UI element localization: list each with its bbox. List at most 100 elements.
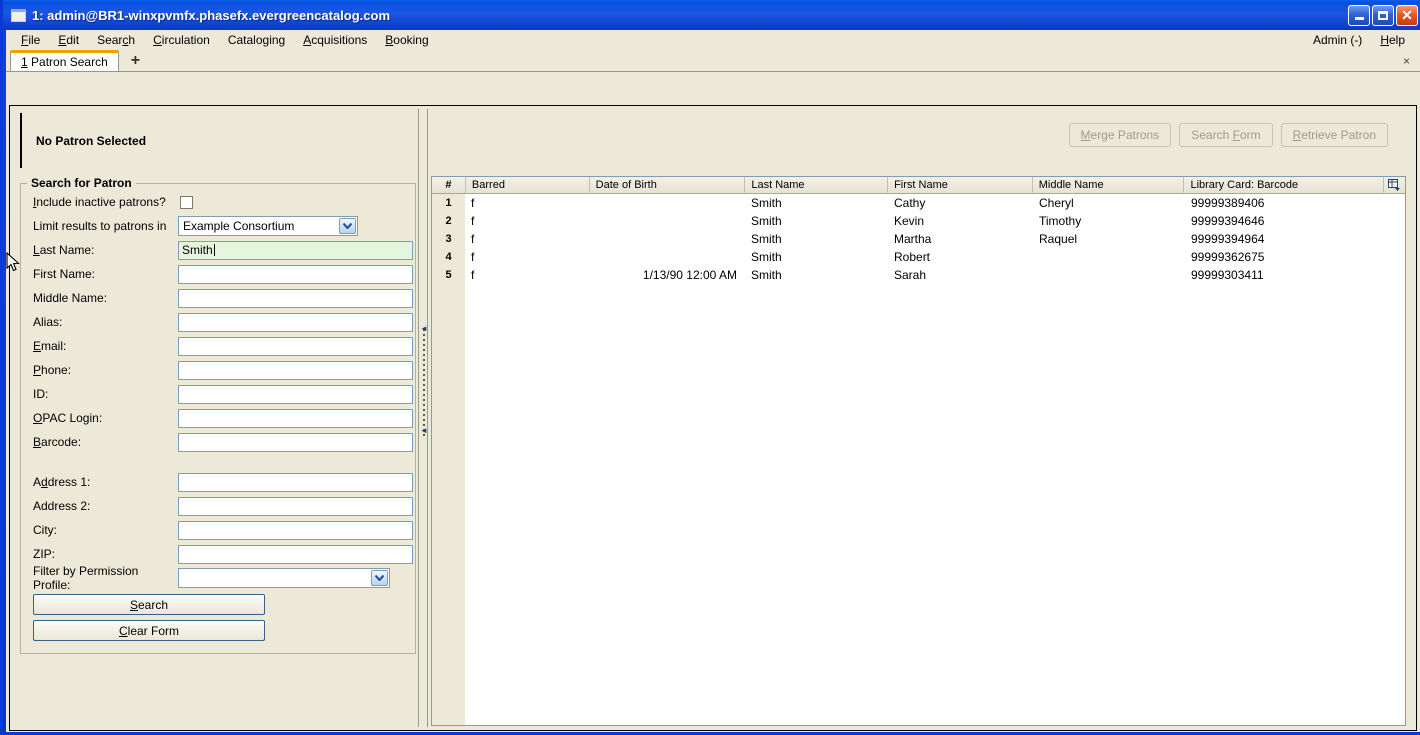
label-first-name: First Name: [33,267,96,281]
permission-profile-select[interactable] [178,568,390,588]
column-header-barred[interactable]: Barred [464,177,589,194]
table-row[interactable]: 2 f Smith Kevin Timothy 99999394646 [432,212,1405,230]
cell-num: 2 [432,212,465,230]
column-picker-icon[interactable] [1383,177,1405,194]
column-header-first[interactable]: First Name [887,177,1032,194]
splitter-grip [423,329,425,439]
row-last-name: Last Name: Smith [21,238,415,262]
form-action-buttons: Search Clear Form [21,594,415,641]
tab-label: Patron Search [31,55,108,69]
email-input[interactable] [178,336,413,356]
limit-results-select[interactable]: Example Consortium [178,216,358,236]
menu-circulation[interactable]: Circulation [144,31,219,49]
label-email: Email: [33,339,67,353]
include-inactive-checkbox[interactable] [180,195,193,209]
table-row[interactable]: 4 f Smith Robert 99999362675 [432,248,1405,266]
first-name-input[interactable] [178,264,413,284]
address-1-input[interactable] [178,472,413,492]
clear-form-button[interactable]: Clear Form [33,620,265,641]
search-form-button[interactable]: Search Form [1179,123,1273,147]
address-2-input[interactable] [178,496,413,516]
cell-barred: f [471,268,475,282]
content-panel: No Patron Selected Merge Patrons Search … [9,105,1417,731]
menu-admin[interactable]: Admin (-) [1304,31,1371,49]
cell-barred: f [471,196,475,210]
cell-last: Smith [751,196,782,210]
cell-num: 1 [432,194,465,212]
column-header-middle[interactable]: Middle Name [1031,177,1184,194]
phone-input[interactable] [178,360,413,380]
search-form-legend: Search for Patron [31,176,132,190]
label-alias: Alias: [33,315,63,329]
window-icon [11,8,26,22]
window-title: 1: admin@BR1-winxpvmfx.phasefx.evergreen… [32,7,391,23]
label-phone: Phone: [33,363,72,377]
search-for-patron-group: Search for Patron Include inactive patro… [20,176,416,654]
table-row[interactable]: 3 f Smith Martha Raquel 99999394964 [432,230,1405,248]
column-header-num[interactable]: # [432,177,465,194]
zip-input[interactable] [178,544,413,564]
application-window: 1: admin@BR1-winxpvmfx.phasefx.evergreen… [0,0,1420,735]
cell-barred: f [471,214,475,228]
cell-middle: Timothy [1039,214,1082,228]
menu-file[interactable]: File [12,31,49,49]
barcode-input[interactable] [178,432,413,452]
label-last-name: Last Name: [33,243,95,257]
close-button[interactable]: ✕ [1396,4,1418,26]
menu-bar-right: Admin (-) Help [1304,31,1414,49]
row-middle-name: Middle Name: [21,286,415,310]
alias-input[interactable] [178,312,413,332]
label-zip: ZIP: [33,547,56,561]
tab-number: 1 [21,55,28,69]
opac-login-input[interactable] [178,408,413,428]
column-header-dob[interactable]: Date of Birth [588,177,745,194]
patron-status-text: No Patron Selected [36,133,147,148]
search-button[interactable]: Search [33,594,265,615]
cell-barcode: 99999394964 [1191,232,1265,246]
table-row[interactable]: 5 f 1/13/90 12:00 AM Smith Sarah 99999303411 [432,266,1405,284]
middle-name-input[interactable] [178,288,413,308]
cell-last: Smith [751,250,782,264]
splitter-collapse-left-icon[interactable]: ◄ [420,325,428,333]
label-include-inactive: Include inactive patrons? [33,195,166,209]
splitter-collapse-right-icon[interactable]: ◄ [420,427,428,435]
maximize-button[interactable] [1372,4,1394,26]
cell-last: Smith [751,232,782,246]
tab-patron-search[interactable]: 1 Patron Search [10,50,119,71]
retrieve-patron-button[interactable]: Retrieve Patron [1280,123,1388,147]
close-tab-icon[interactable]: × [1403,54,1410,68]
menu-cataloging[interactable]: Cataloging [219,31,294,49]
chevron-down-icon [339,218,356,234]
cell-barcode: 99999394646 [1191,214,1265,228]
cell-barcode: 99999389406 [1191,196,1265,210]
menu-edit[interactable]: Edit [49,31,88,49]
menu-booking[interactable]: Booking [376,31,437,49]
column-header-last[interactable]: Last Name [744,177,887,194]
row-id: ID: [21,382,415,406]
label-id: ID: [33,387,49,401]
row-permission-profile: Filter by Permission Profile: [21,564,415,592]
search-results-panel: # Barred Date of Birth Last Name First Name M… [431,176,1406,726]
cell-last: Smith [751,214,782,228]
minimize-button[interactable] [1348,4,1370,26]
panel-splitter[interactable]: ◄ ◄ [418,109,428,727]
id-input[interactable] [178,384,413,404]
window-controls: ✕ [1348,4,1418,26]
table-row[interactable]: 1 f Smith Cathy Cheryl 99999389406 [432,194,1405,212]
menu-acquisitions[interactable]: Acquisitions [294,31,376,49]
label-address-1: Address 1: [33,475,91,489]
row-zip: ZIP: [21,542,415,566]
menu-search[interactable]: Search [88,31,144,49]
column-header-barcode[interactable]: Library Card: Barcode [1183,177,1383,194]
cell-barred: f [471,232,475,246]
menu-bar: File Edit Search Circulation Cataloging … [6,30,1420,50]
menu-help[interactable]: Help [1371,31,1414,49]
new-tab-button[interactable]: + [127,53,144,69]
row-email: Email: [21,334,415,358]
cell-num: 3 [432,230,465,248]
last-name-input[interactable]: Smith [178,240,413,260]
merge-patrons-button[interactable]: Merge Patrons [1068,123,1172,147]
city-input[interactable] [178,520,413,540]
row-include-inactive: Include inactive patrons? [21,190,415,214]
cell-dob [589,248,745,266]
